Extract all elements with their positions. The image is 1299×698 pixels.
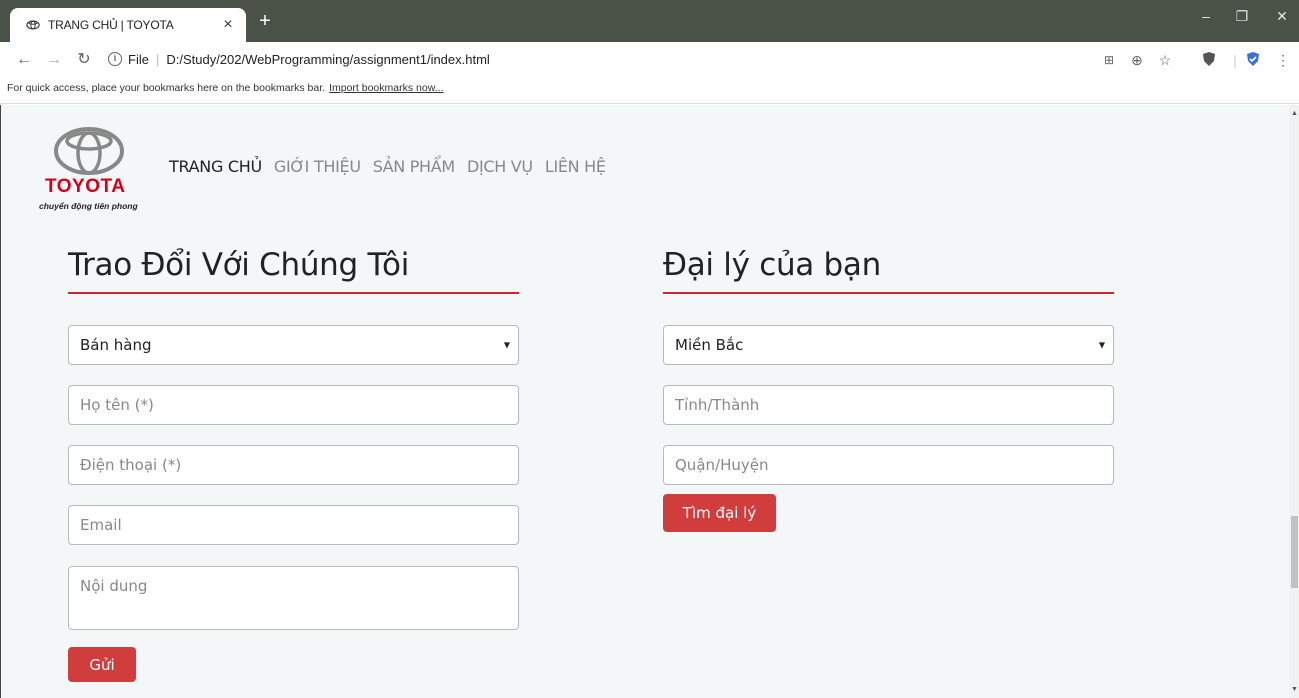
submit-button[interactable]: Gửi (68, 647, 136, 682)
scrollbar-thumb[interactable] (1291, 516, 1298, 588)
browser-tab[interactable]: TRANG CHỦ | TOYOTA × (10, 8, 246, 42)
dropdown-arrow-icon: ▼ (1098, 340, 1105, 350)
contact-title-rule (68, 292, 519, 294)
page-viewport: TOYOTA chuyển động tiên phong TRANG CHỦ … (9, 105, 1289, 698)
minimize-button[interactable]: – (1196, 8, 1216, 24)
menu-dots-icon[interactable]: ⋮ (1274, 51, 1292, 69)
info-icon[interactable]: i (108, 52, 122, 66)
department-select[interactable]: Bán hàng ▼ (68, 325, 519, 365)
address-bar[interactable]: i File | D:/Study/202/WebProgramming/ass… (108, 48, 490, 70)
tab-title: TRANG CHỦ | TOYOTA (48, 18, 174, 32)
tab-close-icon[interactable]: × (220, 17, 236, 33)
close-window-button[interactable]: ✕ (1272, 8, 1292, 25)
import-bookmarks-link[interactable]: Import bookmarks now... (329, 82, 443, 94)
dropdown-arrow-icon: ▼ (503, 340, 510, 350)
bookmarks-hint: For quick access, place your bookmarks h… (7, 82, 326, 94)
address-separator: | (155, 51, 160, 67)
find-dealer-button[interactable]: Tìm đại lý (663, 494, 776, 532)
region-selected-value: Miền Bắc (675, 336, 744, 354)
new-tab-button[interactable]: + (255, 11, 275, 32)
bookmarks-bar: For quick access, place your bookmarks h… (0, 76, 1299, 104)
email-field[interactable] (68, 505, 519, 545)
address-url: D:/Study/202/WebProgramming/assignment1/… (166, 51, 490, 67)
name-field[interactable] (68, 385, 519, 425)
district-field[interactable] (663, 445, 1114, 485)
dealer-title-rule (663, 292, 1114, 294)
bookmark-star-icon[interactable]: ☆ (1156, 51, 1174, 69)
department-selected-value: Bán hàng (80, 336, 152, 354)
nav-item-about[interactable]: GIỚI THIỆU (274, 157, 361, 176)
logo-wordmark: TOYOTA (45, 176, 126, 197)
toolbar-divider: | (1233, 52, 1237, 68)
translate-icon[interactable]: ⊞ (1100, 51, 1118, 69)
window-left-edge (0, 105, 9, 698)
region-select[interactable]: Miền Bắc ▼ (663, 325, 1114, 365)
nav-item-products[interactable]: SẢN PHẨM (373, 157, 455, 176)
scroll-up-arrow-icon[interactable]: ▲ (1291, 110, 1298, 117)
extension-shield-icon[interactable] (1200, 51, 1218, 69)
dealer-form-title: Đại lý của bạn (663, 247, 881, 283)
back-arrow-icon[interactable]: ← (14, 50, 34, 70)
restore-button[interactable]: ❐ (1232, 8, 1252, 25)
logo-slogan: chuyển động tiên phong (39, 201, 138, 211)
scroll-down-arrow-icon[interactable]: ▼ (1291, 686, 1298, 693)
forward-arrow-icon[interactable]: → (44, 50, 64, 70)
address-scheme: File (128, 51, 149, 67)
nav-item-contact[interactable]: LIÊN HỆ (545, 157, 606, 176)
nav-item-home[interactable]: TRANG CHỦ (169, 157, 262, 176)
browser-toolbar: ← → ↻ i File | D:/Study/202/WebProgrammi… (0, 42, 1299, 76)
toyota-favicon-icon (26, 20, 40, 30)
zoom-icon[interactable]: ⊕ (1128, 51, 1146, 69)
page-scrollbar[interactable] (1289, 105, 1299, 698)
contact-form-title: Trao Đổi Với Chúng Tôi (68, 247, 410, 283)
message-field[interactable] (68, 566, 519, 630)
browser-titlebar: TRANG CHỦ | TOYOTA × + – ❐ ✕ (0, 0, 1299, 42)
site-header: TOYOTA chuyển động tiên phong TRANG CHỦ … (9, 105, 1289, 227)
extension-check-icon[interactable] (1244, 51, 1262, 69)
main-nav: TRANG CHỦ GIỚI THIỆU SẢN PHẨM DỊCH VỤ LI… (169, 157, 618, 176)
main-content: Trao Đổi Với Chúng Tôi Bán hàng ▼ Gửi Đạ… (9, 227, 1289, 698)
province-field[interactable] (663, 385, 1114, 425)
reload-icon[interactable]: ↻ (74, 50, 94, 70)
nav-item-services[interactable]: DỊCH VỤ (467, 157, 533, 176)
phone-field[interactable] (68, 445, 519, 485)
